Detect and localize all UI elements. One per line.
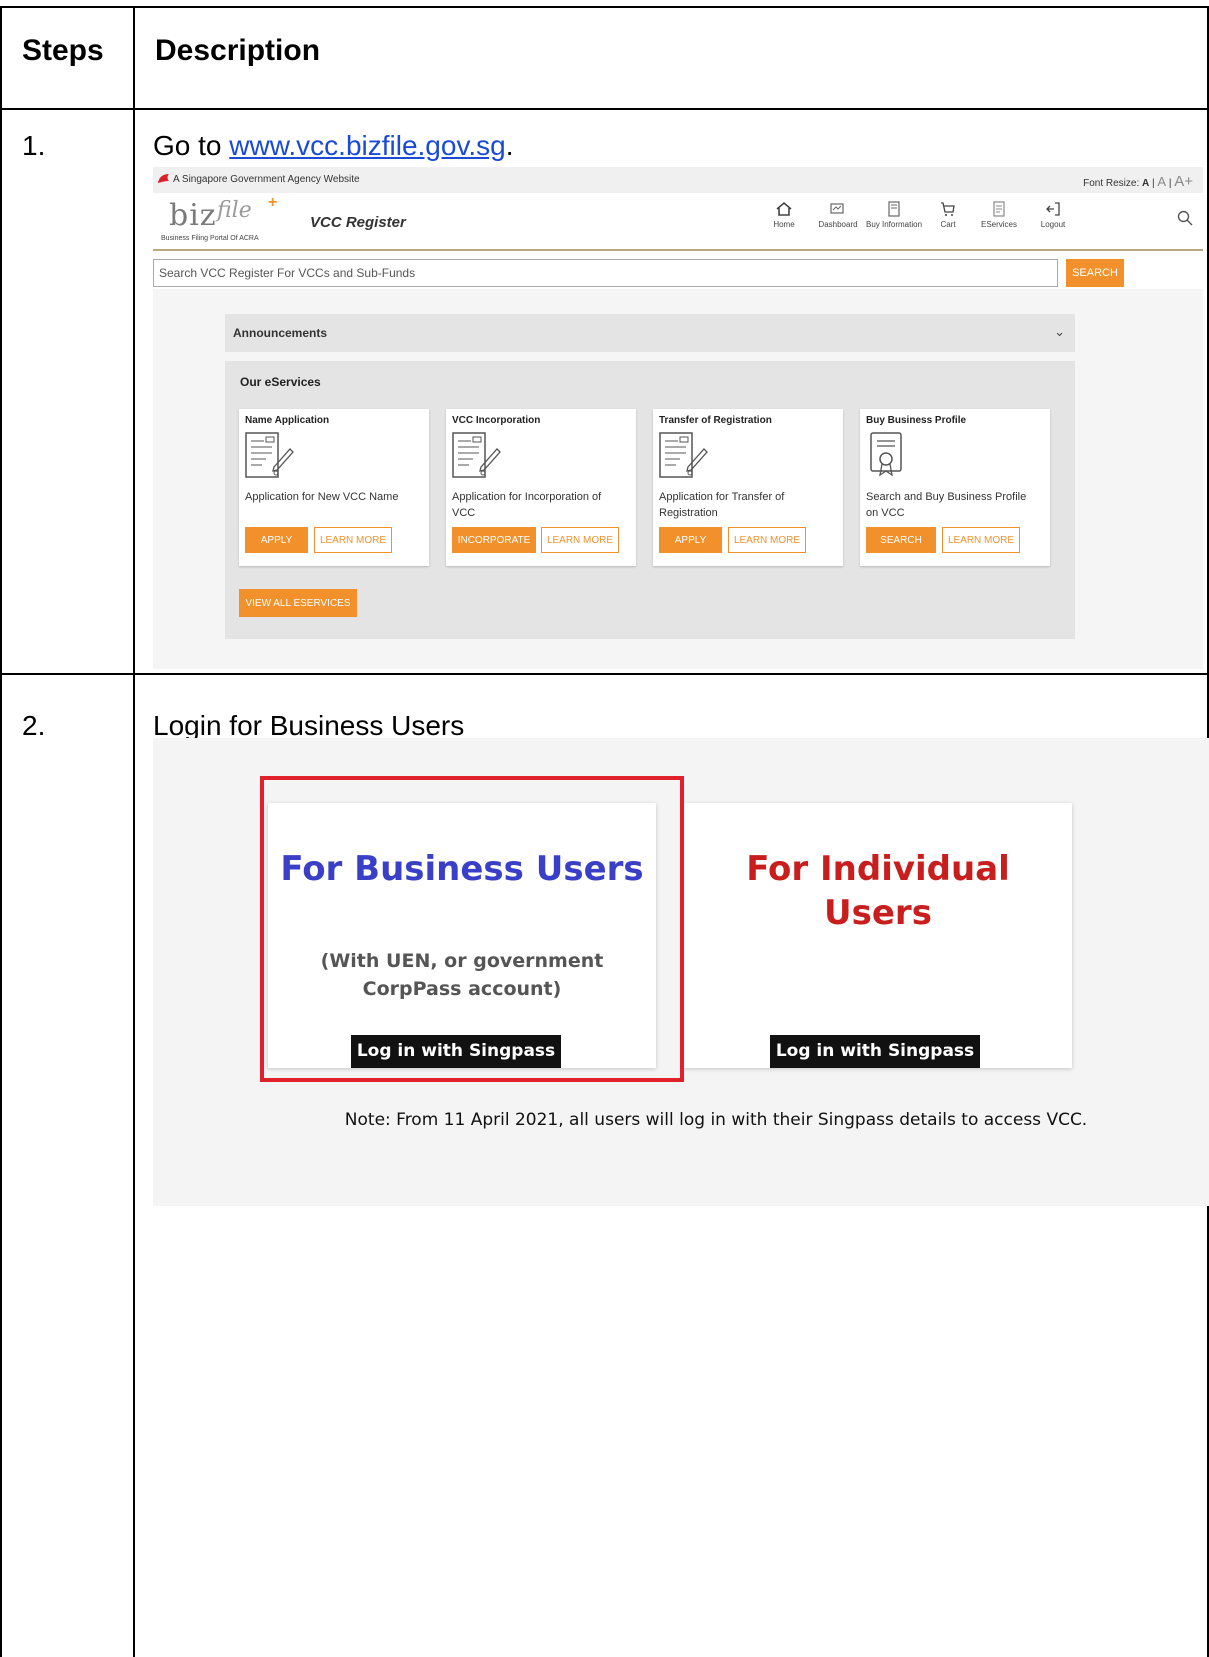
individual-users-title-line: Users bbox=[824, 893, 932, 933]
nav-eservices[interactable]: EServices bbox=[979, 201, 1019, 229]
nav-label: Dashboard bbox=[818, 220, 858, 229]
bizfile-logo[interactable]: biz file + Business Filing Portal Of ACR… bbox=[161, 194, 281, 246]
learn-more-button[interactable]: LEARN MORE bbox=[541, 527, 619, 553]
font-resize-label: Font Resize: bbox=[1083, 178, 1140, 189]
nav-home[interactable]: Home bbox=[769, 201, 799, 229]
learn-more-button[interactable]: LEARN MORE bbox=[314, 527, 392, 553]
eservices-panel: Our eServices Name Application Applicati… bbox=[225, 361, 1075, 639]
form-edit-icon bbox=[452, 432, 501, 478]
eservices-title: Our eServices bbox=[240, 375, 321, 389]
table-column-divider bbox=[133, 6, 135, 1657]
singpass-note: Note: From 11 April 2021, all users will… bbox=[344, 1110, 1088, 1130]
chevron-down-icon[interactable]: ⌄ bbox=[1054, 324, 1065, 340]
vcc-register-screenshot: A Singapore Government Agency Website Fo… bbox=[153, 167, 1203, 669]
table-row-divider bbox=[0, 673, 1209, 675]
eservice-card: Buy Business Profile Search and Buy Busi… bbox=[860, 409, 1050, 566]
search-button[interactable]: SEARCH bbox=[1066, 259, 1124, 287]
logo-subtitle: Business Filing Portal Of ACRA bbox=[161, 235, 259, 242]
learn-more-button[interactable]: LEARN MORE bbox=[942, 527, 1020, 553]
font-small-button[interactable]: A bbox=[1142, 178, 1149, 189]
header-steps: Steps bbox=[22, 34, 104, 67]
nav-buy-information[interactable]: Buy Information bbox=[861, 201, 927, 229]
apply-button[interactable]: APPLY bbox=[659, 527, 722, 553]
font-large-button[interactable]: A+ bbox=[1174, 173, 1193, 190]
card-title: Name Application bbox=[245, 415, 330, 426]
card-title: VCC Incorporation bbox=[452, 415, 541, 426]
step-number: 2. bbox=[22, 710, 46, 741]
nav-label: Home bbox=[773, 220, 795, 229]
top-navigation: biz file + Business Filing Portal Of ACR… bbox=[153, 193, 1203, 251]
card-description: Search and Buy Business Profile on VCC bbox=[866, 491, 1027, 519]
logout-icon bbox=[1046, 202, 1060, 216]
logo-plus: + bbox=[268, 194, 278, 211]
individual-users-title: For Individual Users bbox=[684, 847, 1072, 935]
card-title: Transfer of Registration bbox=[659, 415, 772, 426]
nav-dashboard[interactable]: Dashboard bbox=[815, 201, 861, 229]
step-description: Go to www.vcc.bizfile.gov.sg. bbox=[153, 130, 514, 162]
form-edit-icon bbox=[245, 432, 294, 478]
app-title: VCC Register bbox=[310, 214, 406, 231]
eservices-icon bbox=[993, 201, 1005, 217]
header-description: Description bbox=[155, 34, 321, 67]
view-all-eservices-button[interactable]: VIEW ALL ESERVICES bbox=[239, 589, 357, 617]
dashboard-icon bbox=[830, 203, 844, 214]
business-users-highlight-box bbox=[260, 776, 684, 1082]
search-button[interactable]: SEARCH bbox=[866, 527, 936, 553]
nav-label: Buy Information bbox=[865, 220, 923, 229]
form-edit-icon bbox=[659, 432, 708, 478]
apply-button[interactable]: APPLY bbox=[245, 527, 308, 553]
card-description: Application for Transfer of Registration bbox=[659, 491, 785, 519]
vcc-bizfile-link[interactable]: www.vcc.bizfile.gov.sg bbox=[229, 130, 505, 161]
announcements-title: Announcements bbox=[233, 326, 328, 340]
nav-logout[interactable]: Logout bbox=[1035, 201, 1071, 229]
gov-agency-bar: A Singapore Government Agency Website Fo… bbox=[153, 167, 1203, 193]
nav-cart[interactable]: Cart bbox=[933, 201, 963, 229]
nav-label: EServices bbox=[980, 220, 1017, 229]
font-medium-button[interactable]: A bbox=[1157, 174, 1166, 189]
table-row-divider bbox=[0, 108, 1209, 110]
card-title: Buy Business Profile bbox=[866, 415, 967, 426]
lion-head-icon bbox=[158, 174, 169, 183]
eservice-card: Transfer of Registration Application for… bbox=[653, 409, 843, 566]
cart-icon bbox=[941, 202, 955, 216]
nav-label: Logout bbox=[1040, 220, 1066, 229]
logo-file: file bbox=[217, 198, 252, 223]
desc-prefix: Go to bbox=[153, 130, 230, 161]
home-icon bbox=[776, 201, 792, 216]
search-input[interactable]: Search VCC Register For VCCs and Sub-Fun… bbox=[153, 259, 1058, 287]
table-border-top bbox=[0, 6, 1209, 8]
desc-suffix: . bbox=[505, 130, 514, 161]
step-number: 1. bbox=[22, 130, 46, 161]
gov-agency-text: A Singapore Government Agency Website bbox=[173, 174, 360, 185]
card-description: Application for New VCC Name bbox=[245, 491, 399, 503]
search-icon[interactable] bbox=[1177, 210, 1193, 226]
logo-biz: biz bbox=[169, 198, 217, 233]
individual-users-title-line: For Individual bbox=[746, 849, 1010, 889]
eservice-card: Name Application Application for New VCC… bbox=[239, 409, 429, 566]
individual-users-card: For Individual Users Log in with Singpas… bbox=[684, 803, 1072, 1068]
document-icon bbox=[888, 201, 900, 217]
search-row: Search VCC Register For VCCs and Sub-Fun… bbox=[153, 259, 1203, 287]
eservice-card: VCC Incorporation Application for Incorp… bbox=[446, 409, 636, 566]
announcements-panel[interactable]: Announcements ⌄ bbox=[225, 314, 1075, 352]
nav-label: Cart bbox=[940, 220, 956, 229]
certificate-icon bbox=[870, 432, 902, 477]
individual-singpass-login-button[interactable]: Log in with Singpass bbox=[770, 1035, 980, 1068]
table-border-left bbox=[0, 6, 2, 1657]
incorporate-button[interactable]: INCORPORATE bbox=[452, 527, 536, 553]
card-description: Application for Incorporation of VCC bbox=[452, 491, 602, 519]
learn-more-button[interactable]: LEARN MORE bbox=[728, 527, 806, 553]
font-resize: Font Resize: A | A | A+ bbox=[1083, 173, 1193, 190]
